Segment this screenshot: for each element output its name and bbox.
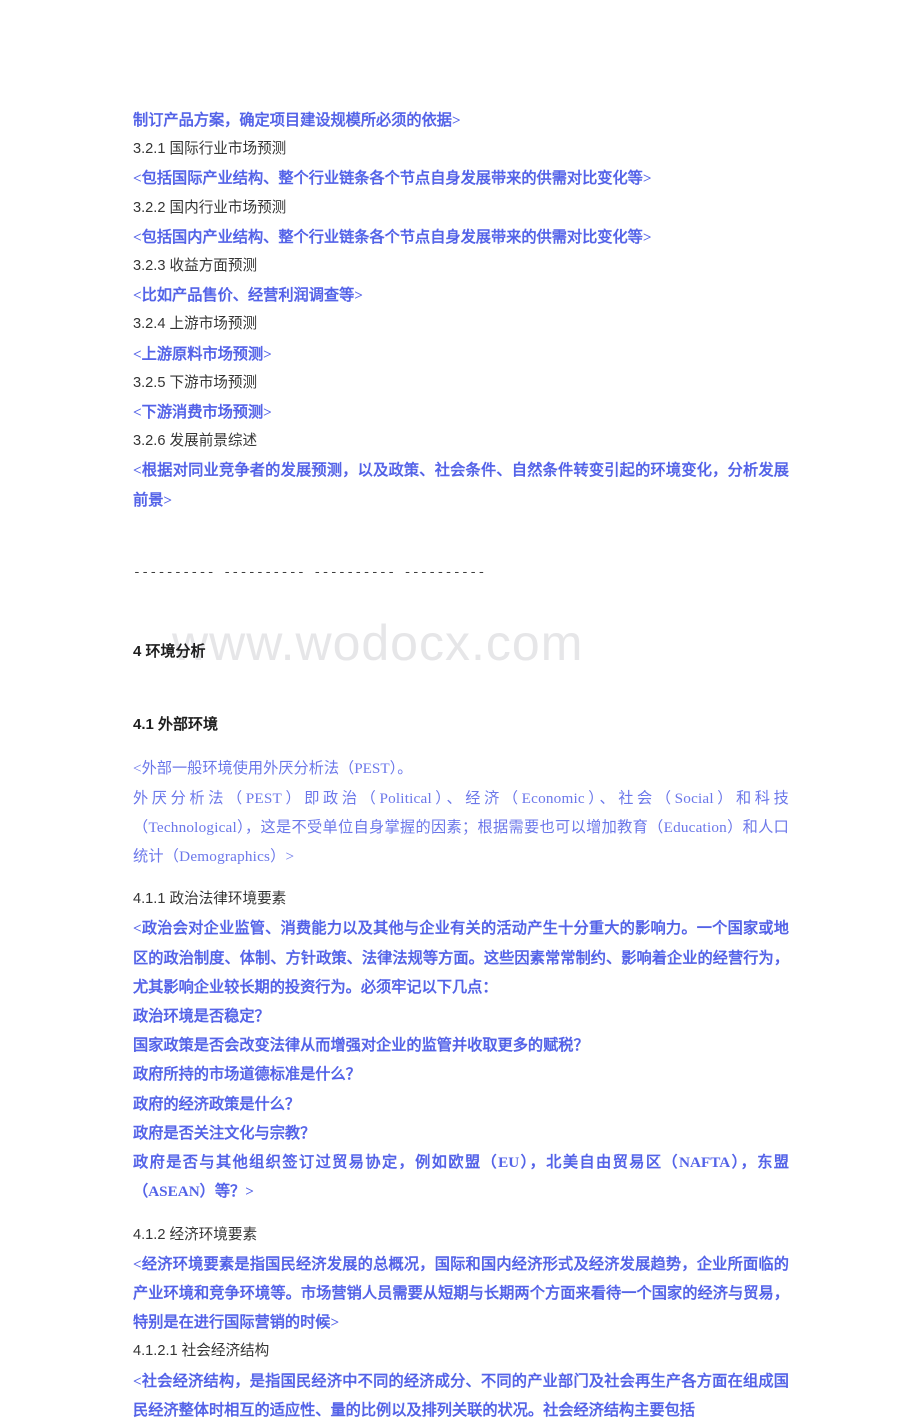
heading-4-1-1: 4.1.1 政治法律环境要素 <box>133 891 287 908</box>
heading-3-2-6: 3.2.6 发展前景综述 <box>133 433 258 450</box>
heading-section-4-1: 4.1 外部环境 <box>133 716 219 734</box>
document-body: 制订产品方案，确定项目建设规模所必须的依据> 3.2.1 国际行业市场预测 <包… <box>133 106 789 1425</box>
heading-3-2-2: 3.2.2 国内行业市场预测 <box>133 199 287 216</box>
note-4-1-line-b: 外厌分析法（PEST）即政治（Political）、经济（Economic）、社… <box>133 789 789 866</box>
spacer-before-411 <box>133 871 789 885</box>
question-policy-law-change: 国家政策是否会改变法律从而增强对企业的监管并收取更多的赋税？ <box>133 1037 589 1055</box>
document-page: www.wodocx.com 制订产品方案，确定项目建设规模所必须的依据> 3.… <box>0 0 920 1419</box>
question-trade-agreements: 政府是否与其他组织签订过贸易协定，例如欧盟（EU），北美自由贸易区（NAFTA）… <box>133 1154 789 1201</box>
heading-3-2-3: 3.2.3 收益方面预测 <box>133 258 258 275</box>
note-3-2-6: <根据对同业竞争者的发展预测，以及政策、社会条件、自然条件转变引起的环境变化，分… <box>133 462 789 509</box>
note-3-2-4: <上游原料市场预测> <box>133 345 272 363</box>
note-4-1-1: <政治会对企业监管、消费能力以及其他与企业有关的活动产生十分重大的影响力。一个国… <box>133 920 789 996</box>
note-4-1-2: <经济环境要素是指国民经济发展的总概况，国际和国内经济形式及经济发展趋势，企业所… <box>133 1255 789 1332</box>
spacer-after-separator <box>133 600 789 622</box>
paragraph-continuation: 制订产品方案，确定项目建设规模所必须的依据> <box>133 112 461 129</box>
note-3-2-1: <包括国际产业结构、整个行业链条各个节点自身发展带来的供需对比变化等> <box>133 170 652 188</box>
heading-4-1-2-1: 4.1.2.1 社会经济结构 <box>133 1343 270 1360</box>
note-3-2-5: <下游消费市场预测> <box>133 404 272 422</box>
question-culture-religion: 政府是否关注文化与宗教？ <box>133 1124 316 1142</box>
heading-section-4: 4 环境分析 <box>133 643 206 661</box>
heading-3-2-1: 3.2.1 国际行业市场预测 <box>133 141 287 158</box>
question-market-ethics: 政府所持的市场道德标准是什么？ <box>133 1066 361 1084</box>
section-separator: ---------- ---------- ---------- -------… <box>133 564 486 580</box>
note-3-2-2: <包括国内产业结构、整个行业链条各个节点自身发展带来的供需对比变化等> <box>133 228 652 246</box>
heading-3-2-5: 3.2.5 下游市场预测 <box>133 374 258 391</box>
question-economic-policy: 政府的经济政策是什么？ <box>133 1095 301 1113</box>
note-4-1-line-a: <外部一般环境使用外厌分析法（PEST）。 <box>133 760 413 778</box>
spacer-before-separator <box>133 515 789 545</box>
heading-3-2-4: 3.2.4 上游市场预测 <box>133 316 258 333</box>
spacer-after-h4 <box>133 681 789 695</box>
question-political-stability: 政治环境是否稳定？ <box>133 1008 270 1026</box>
note-3-2-3: <比如产品售价、经营利润调查等> <box>133 287 363 305</box>
spacer-before-412 <box>133 1207 789 1221</box>
note-4-1-2-1: <社会经济结构，是指国民经济中不同的经济成分、不同的产业部门及社会再生产各方面在… <box>133 1372 789 1419</box>
heading-4-1-2: 4.1.2 经济环境要素 <box>133 1226 258 1243</box>
